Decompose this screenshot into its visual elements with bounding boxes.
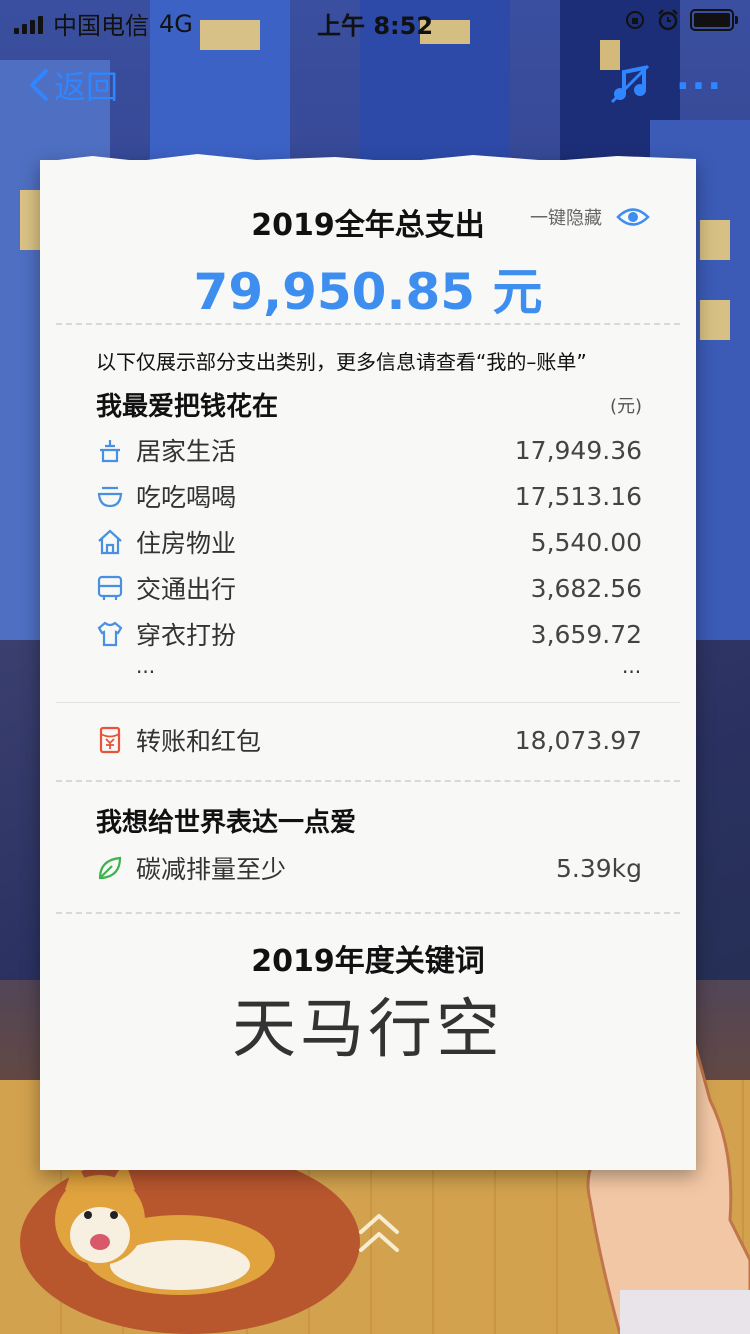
chevron-left-icon xyxy=(30,69,48,101)
keyword-text: 天马行空 xyxy=(232,993,504,1067)
swipe-up-chevron-icon[interactable] xyxy=(355,1210,403,1260)
annual-bill-card: 2019全年总支出 一键隐藏 79,950.85 元 以下仅展示部分支出类别，更… xyxy=(40,154,696,1170)
status-bar: 中国电信 4G 上午 8:52 xyxy=(0,0,750,40)
divider xyxy=(56,323,680,325)
total-amount: 79,950.85 元 xyxy=(193,263,543,321)
love-section-title: 我想给世界表达一点爱 xyxy=(96,808,357,838)
battery-icon xyxy=(690,9,738,31)
spending-row: 吃吃喝喝 17,513.16 xyxy=(96,476,642,516)
spending-row: 交通出行 3,682.56 xyxy=(96,568,642,608)
info-note: 以下仅展示部分支出类别，更多信息请查看“我的–账单” xyxy=(96,350,587,374)
carbon-label: 碳减排量至少 xyxy=(136,855,287,884)
carbon-row: 碳减排量至少 5.39kg xyxy=(96,848,642,888)
category-value: 3,659.72 xyxy=(530,619,642,649)
divider xyxy=(56,702,680,703)
transfer-value: 18,073.97 xyxy=(514,725,642,755)
keyword-title: 2019年度关键词 xyxy=(251,944,485,979)
category-label: 吃吃喝喝 xyxy=(136,483,237,512)
category-value: 17,513.16 xyxy=(514,481,642,511)
red-envelope-icon xyxy=(99,726,121,754)
more-button[interactable]: ··· xyxy=(676,66,723,107)
spending-row: 穿衣打扮 3,659.72 xyxy=(96,614,642,654)
divider xyxy=(56,780,680,782)
back-button[interactable]: 返回 xyxy=(28,62,118,108)
music-note-icon[interactable] xyxy=(610,64,650,104)
spending-row: 居家生活 17,949.36 xyxy=(96,430,642,470)
orientation-lock-icon xyxy=(626,11,644,29)
category-value: 3,682.56 xyxy=(530,573,642,603)
corgi-illustration xyxy=(55,1160,275,1295)
back-label: 返回 xyxy=(54,68,119,106)
divider xyxy=(56,912,680,914)
transfer-label: 转账和红包 xyxy=(136,727,262,756)
category-label: 住房物业 xyxy=(136,529,237,558)
spending-section-title: 我最爱把钱花在 xyxy=(96,392,279,422)
category-label: 交通出行 xyxy=(136,575,237,604)
spending-row: 住房物业 5,540.00 xyxy=(96,522,642,562)
alarm-icon xyxy=(658,9,678,31)
more-values-ellipsis: ... xyxy=(622,654,642,678)
home-life-icon xyxy=(100,440,120,463)
category-value: 5,540.00 xyxy=(530,527,642,557)
leaf-icon xyxy=(98,856,122,880)
food-bowl-icon xyxy=(97,486,123,508)
bus-icon xyxy=(97,575,123,600)
house-icon xyxy=(98,529,122,555)
nav-bar: 返回 ··· xyxy=(0,52,750,112)
category-label: 穿衣打扮 xyxy=(136,621,237,650)
carbon-value: 5.39kg xyxy=(555,853,642,883)
hide-toggle[interactable]: 一键隐藏 xyxy=(530,204,650,230)
unit-label: (元) xyxy=(610,396,643,417)
eye-icon xyxy=(616,208,650,226)
transfer-row: 转账和红包 18,073.97 xyxy=(96,720,642,760)
more-categories-ellipsis: ... xyxy=(136,654,156,678)
shirt-icon xyxy=(97,621,123,647)
hide-label: 一键隐藏 xyxy=(530,208,602,229)
category-label: 居家生活 xyxy=(136,437,237,466)
category-value: 17,949.36 xyxy=(514,435,642,465)
